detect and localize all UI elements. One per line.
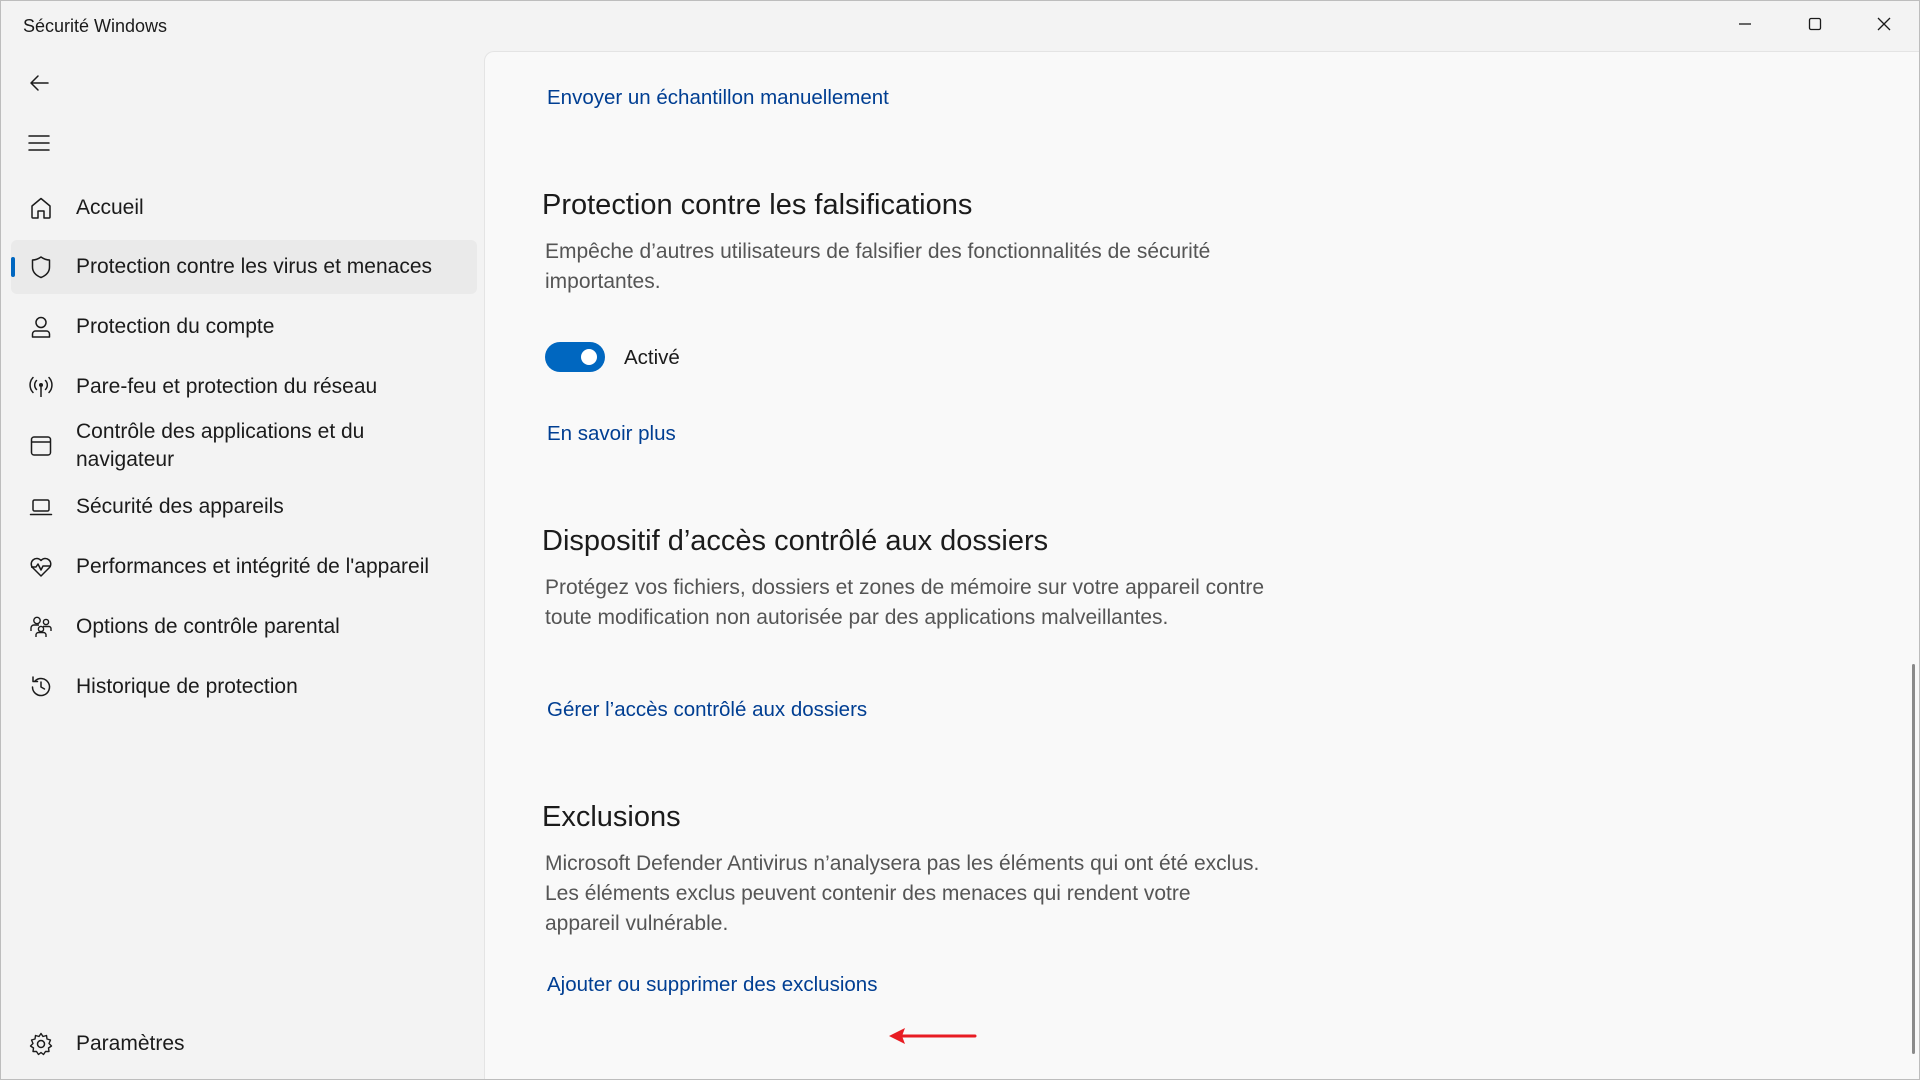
- back-button[interactable]: [15, 63, 63, 107]
- sidebar-item-label: Paramètres: [76, 1032, 185, 1055]
- heart-pulse-icon: [26, 552, 56, 582]
- controlled-folder-access-heading: Dispositif d’accès contrôlé aux dossiers: [542, 525, 1049, 557]
- tamper-protection-heading: Protection contre les falsifications: [542, 189, 973, 221]
- menu-button[interactable]: [15, 123, 63, 167]
- sidebar-item-label: Contrôle des applications et du navigate…: [76, 420, 365, 471]
- shield-icon: [26, 252, 56, 282]
- sidebar-item-label: Protection contre les virus et menaces: [76, 255, 432, 278]
- main-content: Envoyer un échantillon manuellement Prot…: [484, 51, 1919, 1079]
- person-icon: [26, 312, 56, 342]
- back-arrow-icon: [28, 72, 50, 99]
- toggle-knob: [581, 349, 597, 365]
- sidebar-item-virus-protection[interactable]: Protection contre les virus et menaces: [11, 240, 477, 294]
- submit-sample-link[interactable]: Envoyer un échantillon manuellement: [547, 86, 889, 110]
- browser-window-icon: [26, 431, 56, 461]
- sidebar-item-family-options[interactable]: Options de contrôle parental: [11, 600, 477, 654]
- annotation-arrow-icon: [889, 1028, 977, 1044]
- toggle-state-label: Activé: [624, 346, 680, 369]
- tamper-protection-description: Empêche d’autres utilisateurs de falsifi…: [545, 240, 1211, 293]
- title-bar: Sécurité Windows: [1, 1, 1919, 51]
- sidebar-item-app-browser-control[interactable]: Contrôle des applications et du navigate…: [11, 415, 477, 477]
- tamper-protection-toggle[interactable]: [545, 342, 605, 372]
- hamburger-menu-icon: [28, 132, 50, 159]
- sidebar-item-label: Historique de protection: [76, 675, 298, 698]
- sidebar-item-home[interactable]: Accueil: [11, 181, 477, 235]
- minimize-button[interactable]: [1711, 1, 1779, 51]
- history-icon: [26, 672, 56, 702]
- sidebar-item-label: Performances et intégrité de l'appareil: [76, 555, 430, 578]
- scrollbar-thumb[interactable]: [1912, 664, 1915, 1054]
- sidebar-item-label: Protection du compte: [76, 315, 275, 338]
- antenna-icon: [26, 372, 56, 402]
- sidebar-item-firewall[interactable]: Pare-feu et protection du réseau: [11, 360, 477, 414]
- controlled-folder-access-description: Protégez vos fichiers, dossiers et zones…: [545, 576, 1264, 629]
- exclusions-description: Microsoft Defender Antivirus n’analysera…: [545, 852, 1260, 935]
- manage-folder-access-link[interactable]: Gérer l’accès contrôlé aux dossiers: [547, 698, 867, 722]
- exclusions-heading: Exclusions: [542, 801, 681, 833]
- sidebar-item-label: Accueil: [76, 196, 144, 219]
- selection-indicator: [11, 257, 15, 277]
- sidebar-item-label: Options de contrôle parental: [76, 615, 340, 638]
- close-icon: [1876, 16, 1892, 37]
- window-title: Sécurité Windows: [23, 16, 168, 36]
- app-window: Sécurité Windows Accueil Protection cont…: [0, 0, 1920, 1080]
- gear-icon: [26, 1029, 56, 1059]
- sidebar-item-label: Pare-feu et protection du réseau: [76, 375, 378, 398]
- close-button[interactable]: [1850, 1, 1918, 51]
- learn-more-link[interactable]: En savoir plus: [547, 422, 676, 446]
- manage-exclusions-link[interactable]: Ajouter ou supprimer des exclusions: [547, 973, 877, 997]
- sidebar-item-label: Sécurité des appareils: [76, 495, 284, 518]
- laptop-icon: [26, 492, 56, 522]
- home-icon: [26, 193, 56, 223]
- minimize-icon: [1737, 16, 1753, 37]
- sidebar-item-settings[interactable]: Paramètres: [11, 1017, 477, 1071]
- sidebar-item-device-performance[interactable]: Performances et intégrité de l'appareil: [11, 540, 477, 594]
- sidebar-item-device-security[interactable]: Sécurité des appareils: [11, 480, 477, 534]
- maximize-icon: [1807, 16, 1823, 37]
- sidebar-item-account-protection[interactable]: Protection du compte: [11, 300, 477, 354]
- sidebar-item-protection-history[interactable]: Historique de protection: [11, 660, 477, 714]
- maximize-button[interactable]: [1781, 1, 1849, 51]
- family-icon: [26, 612, 56, 642]
